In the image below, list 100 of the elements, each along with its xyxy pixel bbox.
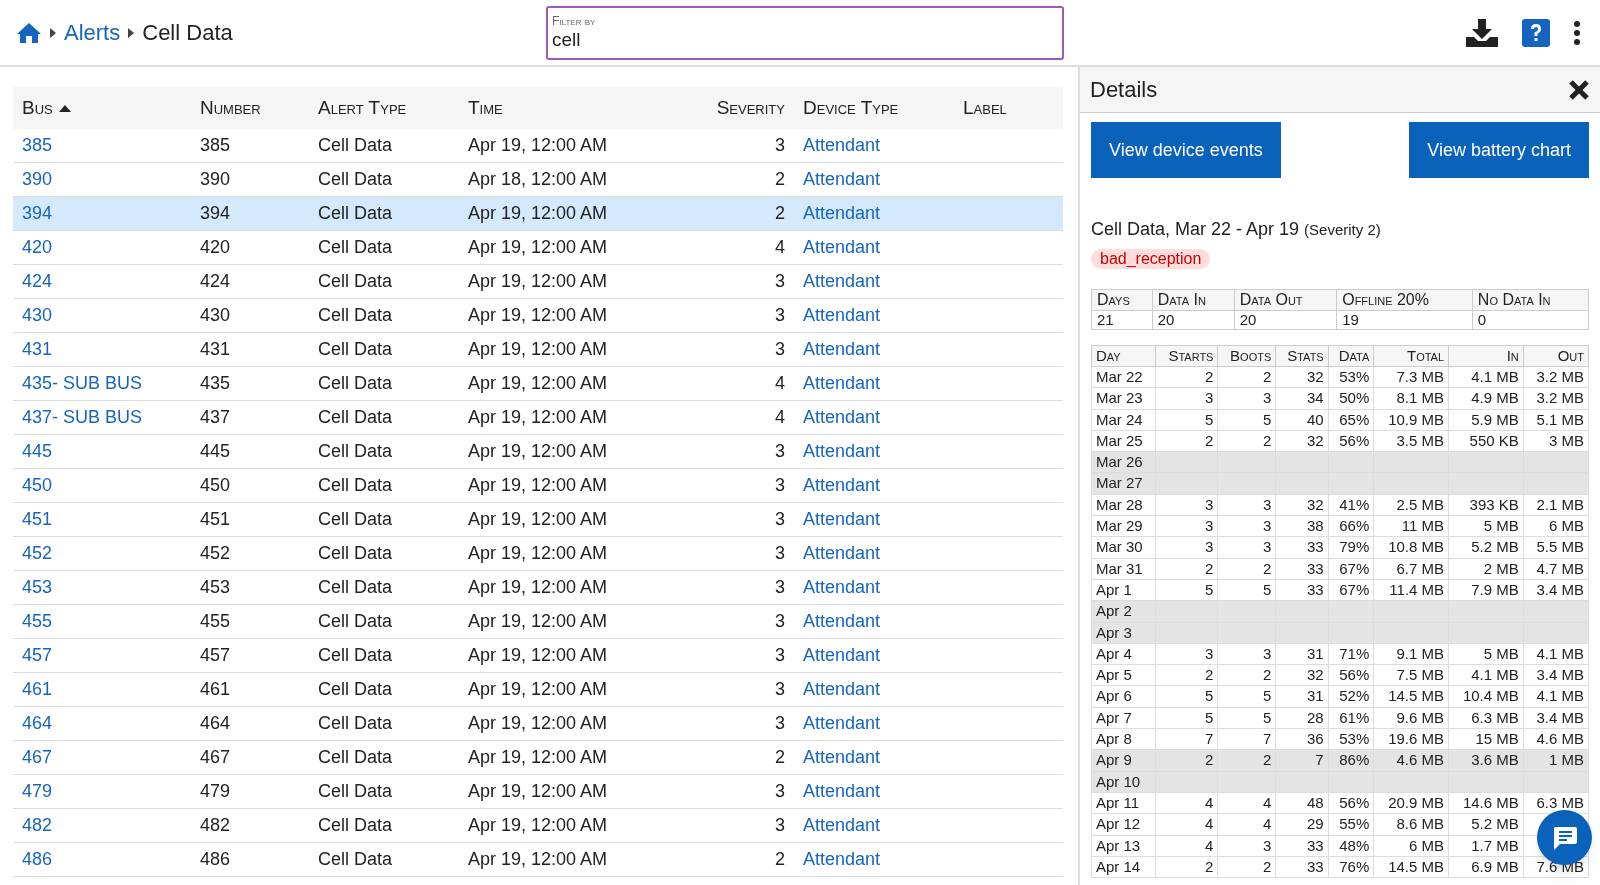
bus-link[interactable]: 437- SUB BUS	[22, 404, 143, 431]
table-cell: 15 MB	[1475, 730, 1519, 748]
table-cell: 7	[1262, 730, 1272, 748]
column-header: Starts	[1155, 345, 1218, 367]
table-cell: 28	[1307, 708, 1324, 726]
column-header[interactable]: Device Type	[803, 93, 899, 123]
device-type-link[interactable]: Attendant	[803, 506, 881, 533]
device-type-link[interactable]: Attendant	[803, 676, 881, 703]
device-type-link[interactable]: Attendant	[803, 710, 881, 737]
bus-link[interactable]: 467	[22, 744, 53, 771]
device-type-link[interactable]: Attendant	[803, 336, 881, 363]
column-header[interactable]: Label	[963, 93, 1007, 123]
device-type-link[interactable]: Attendant	[803, 812, 881, 839]
more-icon[interactable]	[1574, 20, 1580, 45]
download-icon[interactable]	[1466, 18, 1498, 47]
table-cell: 5.5 MB	[1536, 538, 1584, 556]
bus-link[interactable]: 431	[22, 336, 53, 363]
bus-link[interactable]: 390	[22, 166, 53, 193]
table-cell: 53%	[1339, 368, 1370, 385]
bus-link[interactable]: 464	[22, 710, 53, 737]
bus-link[interactable]: 455	[22, 608, 53, 635]
table-cell: 3.4 MB	[1536, 580, 1584, 598]
bus-link[interactable]: 453	[22, 574, 53, 601]
device-type-link[interactable]: Attendant	[803, 234, 881, 261]
bus-link[interactable]: 486	[22, 846, 53, 873]
table-cell: 10.4 MB	[1462, 687, 1519, 705]
close-icon[interactable]	[1568, 78, 1590, 101]
device-type-link[interactable]: Attendant	[803, 778, 881, 805]
bus-link[interactable]: 424	[22, 268, 53, 295]
bus-link[interactable]: 385	[22, 132, 53, 159]
bus-link[interactable]: 420	[22, 234, 53, 261]
device-type-link[interactable]: Attendant	[803, 608, 881, 635]
home-icon[interactable]	[16, 21, 42, 44]
table-cell-text: Cell Data	[318, 610, 393, 633]
device-type-link[interactable]: Attendant	[803, 268, 881, 295]
table-cell-text: Apr 19, 12:00 AM	[468, 712, 608, 735]
bus-link[interactable]: 435- SUB BUS	[22, 370, 143, 397]
table-cell-text: Apr 19, 12:00 AM	[468, 508, 608, 531]
device-type-link[interactable]: Attendant	[803, 846, 881, 873]
bus-link[interactable]: 450	[22, 472, 53, 499]
bus-link[interactable]: 482	[22, 812, 53, 839]
column-header[interactable]: Time	[468, 93, 503, 123]
device-type-link[interactable]: Attendant	[803, 574, 881, 601]
bus-link[interactable]: 452	[22, 540, 53, 567]
table-cell: 7	[1315, 751, 1324, 769]
column-header[interactable]: Alert Type	[318, 93, 407, 123]
table-cell: 9.1 MB	[1396, 644, 1445, 662]
table-cell: 4.9 MB	[1471, 389, 1519, 407]
device-type-link[interactable]: Attendant	[803, 302, 881, 329]
device-type-link[interactable]: Attendant	[803, 166, 881, 193]
table-cell: 5	[1205, 687, 1214, 705]
table-cell-text: Apr 19, 12:00 AM	[468, 576, 608, 599]
bus-link[interactable]: 445	[22, 438, 53, 465]
table-cell: 4.1 MB	[1471, 368, 1519, 385]
device-type-link[interactable]: Attendant	[803, 404, 881, 431]
table-cell: 7.3 MB	[1396, 368, 1445, 385]
device-type-link[interactable]: Attendant	[803, 744, 881, 771]
table-cell: 3	[1205, 644, 1214, 662]
device-type-link[interactable]: Attendant	[803, 540, 881, 567]
help-icon[interactable]	[1522, 18, 1550, 47]
device-type-link[interactable]: Attendant	[803, 438, 881, 465]
table-cell-text: Apr 19, 12:00 AM	[468, 814, 608, 837]
table-cell-text: 445	[200, 440, 231, 463]
bus-link[interactable]: 479	[22, 778, 53, 805]
table-cell: 5	[1262, 580, 1272, 598]
table-cell-text: 3	[775, 678, 785, 701]
table-cell: Apr 4	[1096, 644, 1132, 662]
table-cell-text: Cell Data	[318, 644, 393, 667]
device-type-link[interactable]: Attendant	[803, 642, 881, 669]
view-chart-button[interactable]: View battery chart	[1409, 122, 1589, 178]
table-cell: 5.2 MB	[1471, 815, 1519, 833]
table-cell: 4.1 MB	[1471, 666, 1519, 684]
column-header[interactable]: Number	[200, 93, 261, 123]
table-cell: 50%	[1339, 389, 1370, 407]
table-cell: 3	[1205, 538, 1214, 556]
column-header[interactable]: Bus	[22, 93, 71, 123]
device-type-link[interactable]: Attendant	[803, 472, 881, 499]
bus-link[interactable]: 461	[22, 676, 53, 703]
bus-link[interactable]: 394	[22, 200, 53, 227]
breadcrumb-link[interactable]: Alerts	[64, 16, 121, 49]
table-cell: Apr 3	[1096, 623, 1132, 641]
table-cell: 11 MB	[1401, 517, 1445, 535]
table-cell: 2 MB	[1483, 559, 1519, 577]
sort-ascending-icon	[58, 104, 71, 112]
device-type-link[interactable]: Attendant	[803, 200, 881, 227]
table-row[interactable]: 394 394 Cell Data Apr 19, 12:00 AM 2 Attendant	[13, 197, 1063, 231]
view-events-button[interactable]: View device events	[1091, 122, 1281, 178]
table-cell: 61%	[1339, 708, 1370, 726]
bus-link[interactable]: 451	[22, 506, 53, 533]
column-header[interactable]: Severity	[716, 93, 785, 123]
bus-link[interactable]: 457	[22, 642, 53, 669]
bus-link[interactable]: 430	[22, 302, 53, 329]
device-type-link[interactable]: Attendant	[803, 132, 881, 159]
table-cell: Apr 11	[1096, 793, 1140, 811]
table-cell: 8.1 MB	[1396, 389, 1445, 407]
filter-field[interactable]: Filter by cell	[546, 5, 1064, 60]
device-type-link[interactable]: Attendant	[803, 370, 881, 397]
table-cell: 56%	[1339, 666, 1370, 684]
table-cell: 3.4 MB	[1536, 666, 1584, 684]
table-cell: 6.3 MB	[1471, 708, 1519, 726]
